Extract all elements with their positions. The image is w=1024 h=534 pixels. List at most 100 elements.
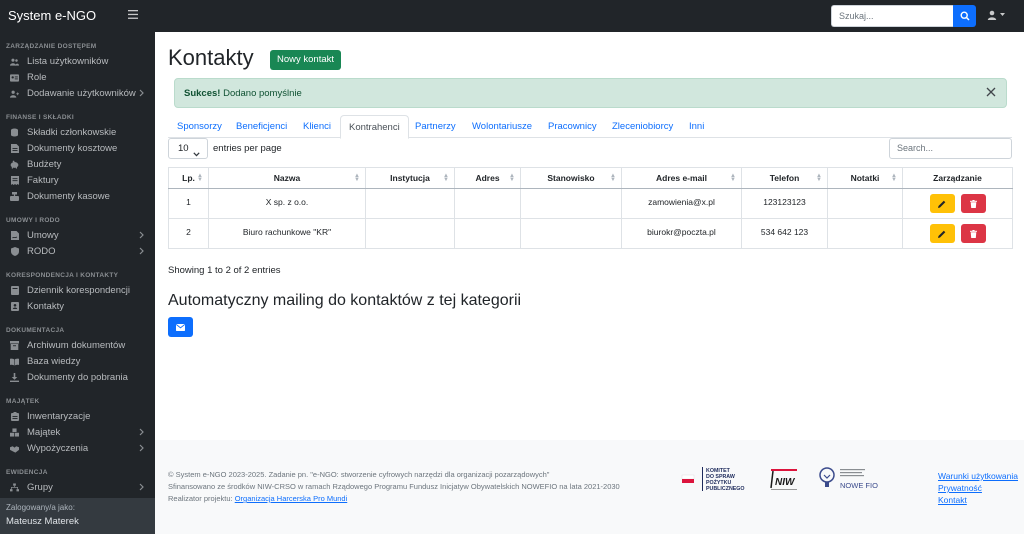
sidebar-item-knowledge-base[interactable]: Baza wiedzy xyxy=(0,354,155,369)
sidebar-item-cost-documents[interactable]: Dokumenty kosztowe xyxy=(0,141,155,156)
sidebar-item-label: Dodawanie użytkowników xyxy=(27,88,136,99)
sidebar-item-budgets[interactable]: Budżety xyxy=(0,157,155,172)
edit-button[interactable] xyxy=(929,194,955,213)
sidebar-item-rentals[interactable]: Wypożyczenia xyxy=(0,441,155,456)
menu-toggle-icon[interactable] xyxy=(128,8,138,22)
sort-icon: ▲ ▼ xyxy=(891,173,897,183)
delete-button[interactable] xyxy=(960,224,986,243)
chevron-right-icon xyxy=(139,231,144,242)
coins-icon xyxy=(10,128,19,137)
chevron-right-icon xyxy=(139,444,144,455)
footer-link-terms[interactable]: Warunki użytkowania xyxy=(938,470,1018,482)
cell-actions xyxy=(902,218,1013,249)
boxes-icon xyxy=(10,428,19,437)
close-icon[interactable] xyxy=(986,87,996,100)
column-header-telefon[interactable]: Telefon ▲ ▼ xyxy=(741,167,828,189)
tab-pracownicy[interactable]: Pracownicy xyxy=(548,115,597,138)
sidebar-item-label: Kontakty xyxy=(27,301,64,312)
tab-wolontariusze[interactable]: Wolontariusze xyxy=(472,115,532,138)
send-mailing-button[interactable] xyxy=(168,317,193,337)
cell-instytucja xyxy=(365,188,455,219)
entries-per-page-value: 10 xyxy=(178,143,189,154)
sidebar-item-cash-documents[interactable]: Dokumenty kasowe xyxy=(0,189,155,204)
book-icon xyxy=(10,286,19,295)
new-contact-button[interactable]: Nowy kontakt xyxy=(270,50,342,70)
sidebar-item-roles[interactable]: Role xyxy=(0,70,155,85)
sidebar-item-downloads[interactable]: Dokumenty do pobrania xyxy=(0,370,155,385)
trash-icon xyxy=(969,199,977,208)
footer-links: Warunki użytkowania Prywatność Kontakt xyxy=(938,470,1018,506)
sidebar-item-contacts[interactable]: Kontakty xyxy=(0,299,155,314)
svg-text:PUBLICZNEGO: PUBLICZNEGO xyxy=(706,486,745,492)
komitet-logo: KOMITET DO SPRAW POŻYTKU PUBLICZNEGO xyxy=(680,465,755,493)
tab-beneficjenci[interactable]: Beneficjenci xyxy=(236,115,287,138)
sidebar-item-label: Baza wiedzy xyxy=(27,356,81,367)
pencil-icon xyxy=(938,230,946,238)
sidebar-item-label: Budżety xyxy=(27,159,62,170)
column-header-stanowisko[interactable]: Stanowisko ▲ ▼ xyxy=(520,167,622,189)
search-button[interactable] xyxy=(953,5,976,27)
table-row: 1 X sp. z o.o. zamowienia@x.pl 123123123 xyxy=(168,188,1013,219)
sidebar-item-add-users[interactable]: Dodawanie użytkowników xyxy=(0,86,155,101)
global-search-input[interactable]: Szukaj... xyxy=(831,5,953,27)
sidebar-item-label: Dokumenty do pobrania xyxy=(27,372,128,383)
column-header-lp[interactable]: Lp. ▲ ▼ xyxy=(168,167,209,189)
column-header-adres[interactable]: Adres ▲ ▼ xyxy=(454,167,521,189)
sidebar-heading-finance: FINANSE I SKŁADKI xyxy=(6,114,74,121)
sitemap-icon xyxy=(10,483,19,492)
user-menu-toggle[interactable] xyxy=(987,10,1005,20)
entries-per-page-label: entries per page xyxy=(213,143,282,154)
column-header-instytucja[interactable]: Instytucja ▲ ▼ xyxy=(365,167,455,189)
mailing-section-title: Automatyczny mailing do kontaktów z tej … xyxy=(168,292,522,309)
sidebar-item-inventories[interactable]: Inwentaryzacje xyxy=(0,409,155,424)
tab-zleceniobiorcy[interactable]: Zleceniobiorcy xyxy=(612,115,673,138)
edit-button[interactable] xyxy=(929,224,955,243)
search-icon xyxy=(959,11,970,21)
sidebar-item-correspondence-log[interactable]: Dziennik korespondencji xyxy=(0,283,155,298)
cell-stanowisko xyxy=(520,218,622,249)
footer-link-contact[interactable]: Kontakt xyxy=(938,494,1018,506)
brand-logo[interactable]: System e-NGO xyxy=(8,8,96,23)
column-header-notatki[interactable]: Notatki ▲ ▼ xyxy=(827,167,903,189)
tab-klienci[interactable]: Klienci xyxy=(303,115,331,138)
logged-in-username: Mateusz Materek xyxy=(6,516,79,527)
address-book-icon xyxy=(10,302,19,311)
sidebar-item-groups[interactable]: Grupy xyxy=(0,480,155,495)
column-header-email[interactable]: Adres e-mail ▲ ▼ xyxy=(621,167,742,189)
sidebar-item-users-list[interactable]: Lista użytkowników xyxy=(0,54,155,69)
footer-link-privacy[interactable]: Prywatność xyxy=(938,482,1018,494)
sidebar-item-label: Grupy xyxy=(27,482,53,493)
sidebar-item-rodo[interactable]: RODO xyxy=(0,244,155,259)
sidebar-heading-contracts: UMOWY I RODO xyxy=(6,217,61,224)
sidebar-item-contracts[interactable]: Umowy xyxy=(0,228,155,243)
table-search-input[interactable]: Search... xyxy=(889,138,1012,159)
sidebar-item-label: Archiwum dokumentów xyxy=(27,340,126,351)
envelope-icon xyxy=(176,323,185,331)
realizer-link[interactable]: Organizacja Harcerska Pro Mundi xyxy=(235,494,348,503)
column-header-nazwa[interactable]: Nazwa ▲ ▼ xyxy=(208,167,366,189)
trash-icon xyxy=(969,229,977,238)
contact-category-tabs: Sponsorzy Beneficjenci Klienci Kontrahen… xyxy=(168,115,1012,139)
id-card-icon xyxy=(10,73,19,82)
delete-button[interactable] xyxy=(960,194,986,213)
sidebar-item-label: Dziennik korespondencji xyxy=(27,285,130,296)
sidebar-item-membership-fees[interactable]: Składki członkowskie xyxy=(0,125,155,140)
sidebar-item-document-archive[interactable]: Archiwum dokumentów xyxy=(0,338,155,353)
svg-text:POŻYTKU: POŻYTKU xyxy=(706,479,731,486)
tab-kontrahenci[interactable]: Kontrahenci xyxy=(340,115,409,139)
sidebar-item-invoices[interactable]: Faktury xyxy=(0,173,155,188)
tab-inni[interactable]: Inni xyxy=(689,115,704,138)
chevron-right-icon xyxy=(139,89,144,100)
tab-sponsorzy[interactable]: Sponsorzy xyxy=(177,115,222,138)
tab-partnerzy[interactable]: Partnerzy xyxy=(415,115,456,138)
sidebar-item-label: Lista użytkowników xyxy=(27,56,109,67)
entries-per-page-select[interactable]: 10 xyxy=(168,138,208,159)
alert-message: Sukces! Dodano pomyślnie xyxy=(184,88,302,99)
sidebar-item-assets[interactable]: Majątek xyxy=(0,425,155,440)
download-icon xyxy=(10,373,19,382)
sidebar-item-label: Wypożyczenia xyxy=(27,443,89,454)
svg-text:NOWE FIO: NOWE FIO xyxy=(840,481,878,490)
sort-icon: ▲ ▼ xyxy=(610,173,616,183)
top-navbar: System e-NGO Szukaj... xyxy=(0,0,1024,32)
chevron-down-icon xyxy=(193,145,200,164)
